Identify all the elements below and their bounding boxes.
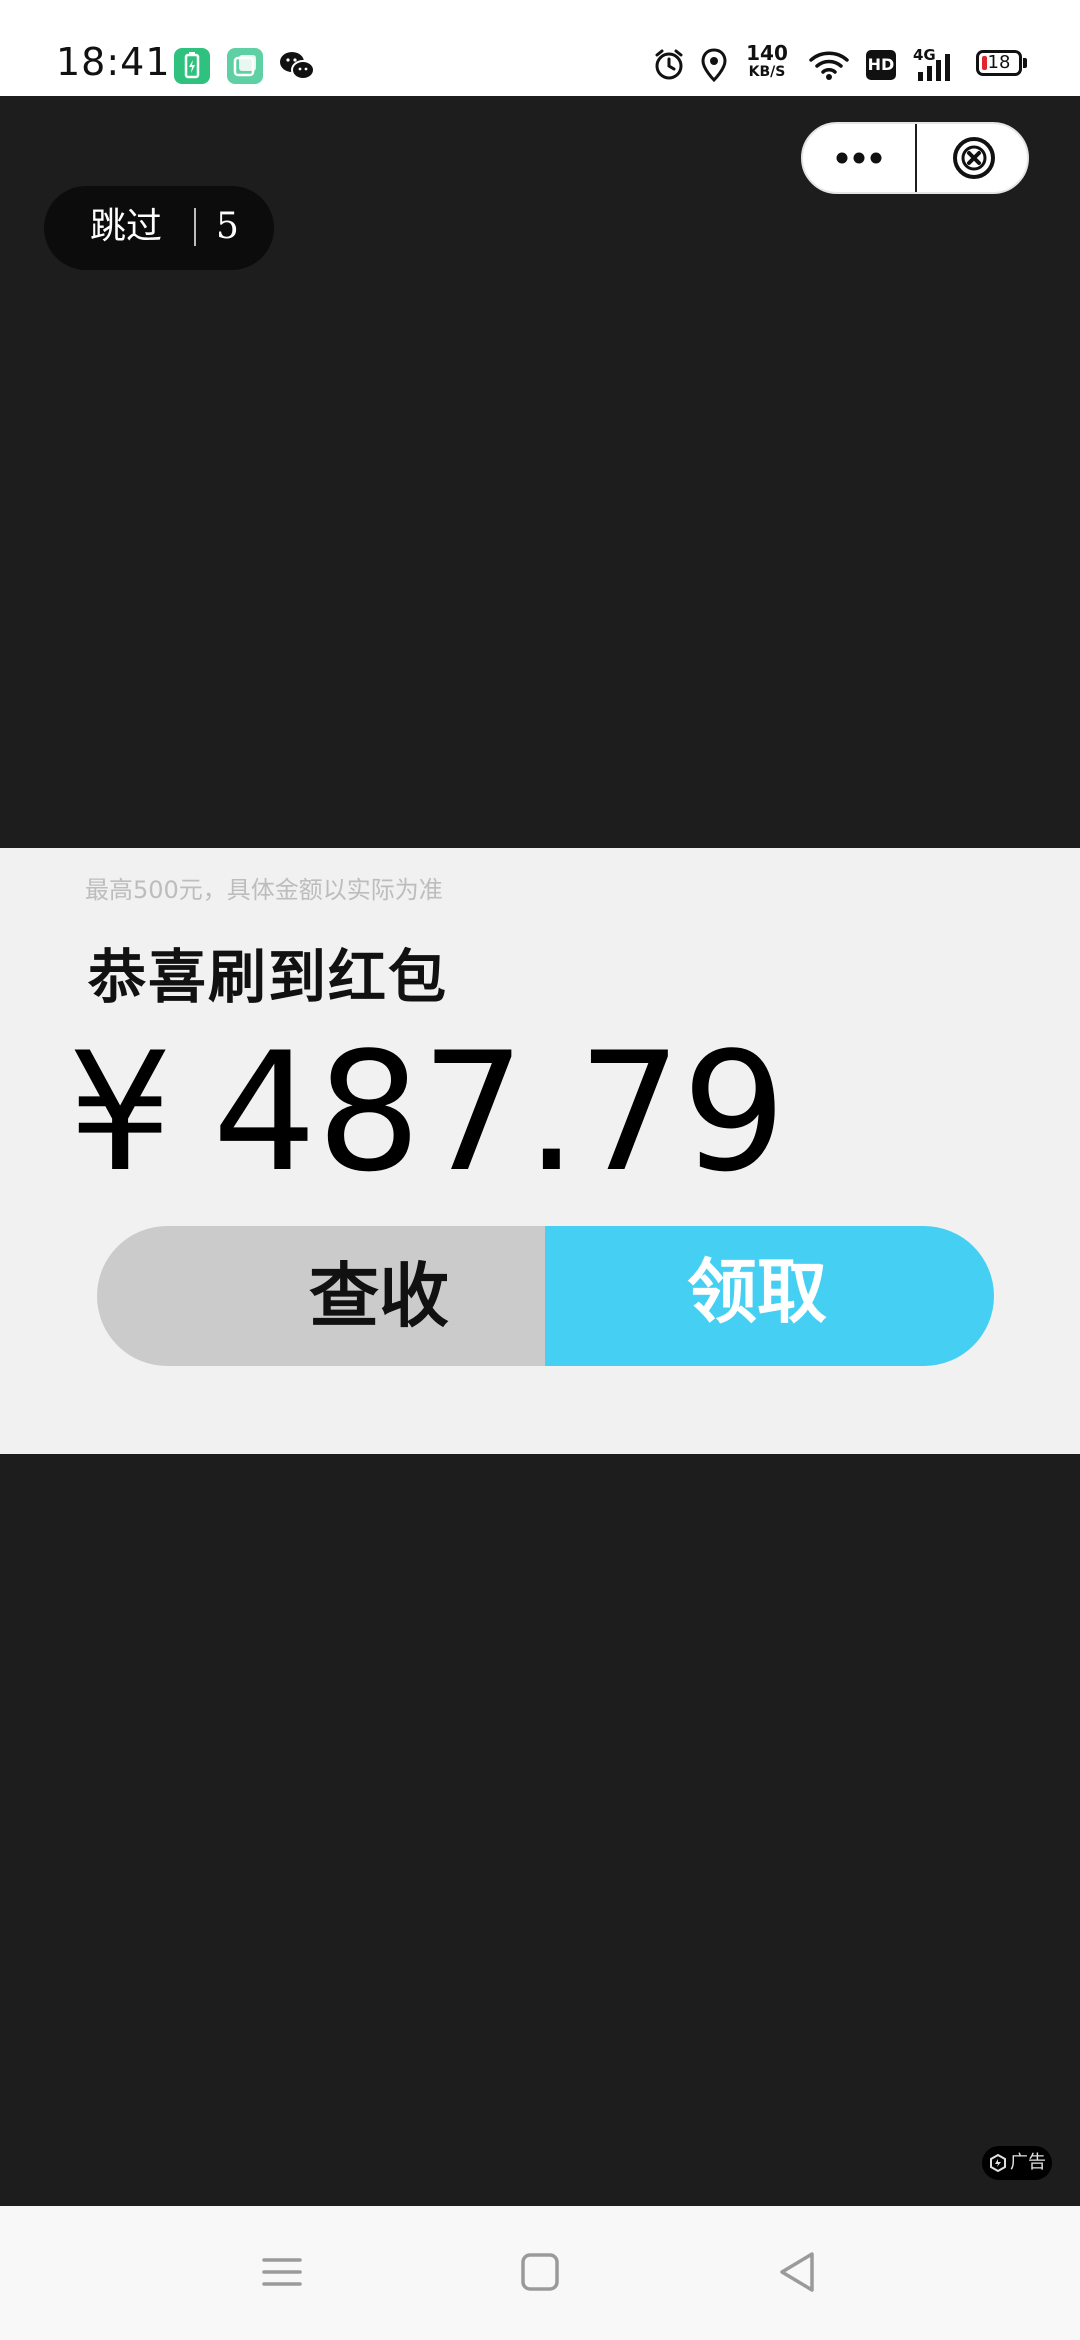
navigation-bar	[0, 2206, 1080, 2340]
ad-shield-icon	[990, 2154, 1006, 2172]
network-speed-value: 140	[746, 41, 788, 65]
status-bar: 18:41 140 KB/S HD 4G 18	[0, 0, 1080, 96]
battery-saver-notification-icon	[174, 48, 210, 84]
ad-badge: 广告	[982, 2146, 1052, 2180]
battery-tip	[1023, 58, 1027, 68]
red-packet-amount: ¥487.79	[68, 1018, 786, 1208]
back-button[interactable]	[768, 2242, 828, 2302]
network-speed-unit: KB/S	[748, 64, 786, 80]
claim-button-label: 领取	[687, 1251, 827, 1333]
check-button-label: 查收	[309, 1255, 449, 1337]
wifi-icon	[808, 48, 850, 86]
network-speed: 140 KB/S	[742, 41, 792, 82]
close-circle-icon	[953, 137, 995, 179]
skip-label: 跳过	[90, 206, 163, 247]
red-packet-hint: 最高500元，具体金额以实际为准	[85, 876, 443, 904]
screen: 18:41 140 KB/S HD 4G 18 跳过 5 最高500元，具体金额…	[0, 0, 1080, 2340]
skip-separator	[194, 208, 196, 246]
red-packet-card: 最高500元，具体金额以实际为准 恭喜刷到红包 ¥487.79 查收 领取	[0, 848, 1080, 1454]
home-button[interactable]	[510, 2242, 570, 2302]
battery-indicator: 18	[976, 50, 1022, 76]
signal-strength-icon	[914, 52, 956, 86]
battery-level: 18	[987, 52, 1011, 73]
alarm-icon	[652, 48, 686, 86]
red-packet-title: 恭喜刷到红包	[88, 943, 449, 1011]
menu-icon	[262, 2258, 302, 2286]
more-options-button[interactable]	[803, 124, 915, 192]
ad-label: 广告	[1010, 2152, 1046, 2173]
claim-button[interactable]: 领取	[545, 1226, 994, 1366]
red-packet-action-row: 查收 领取	[97, 1226, 994, 1366]
gallery-notification-icon	[227, 48, 263, 84]
hd-voice-badge: HD	[866, 50, 896, 80]
battery-level-fill	[982, 56, 987, 70]
mini-program-capsule	[801, 122, 1029, 194]
skip-countdown: 5	[216, 206, 239, 247]
skip-ad-button[interactable]: 跳过 5	[44, 186, 274, 270]
recent-apps-button[interactable]	[252, 2242, 312, 2302]
wechat-notification-icon	[278, 48, 315, 84]
status-time: 18:41	[56, 40, 171, 84]
location-icon	[700, 48, 728, 86]
close-mini-program-button[interactable]	[917, 124, 1027, 192]
home-square-icon	[521, 2253, 559, 2291]
more-dots-icon	[836, 152, 882, 164]
currency-symbol: ¥	[68, 1017, 173, 1208]
check-button[interactable]: 查收	[97, 1226, 545, 1366]
back-triangle-icon	[780, 2252, 814, 2292]
amount-value: 487.79	[212, 1017, 787, 1208]
